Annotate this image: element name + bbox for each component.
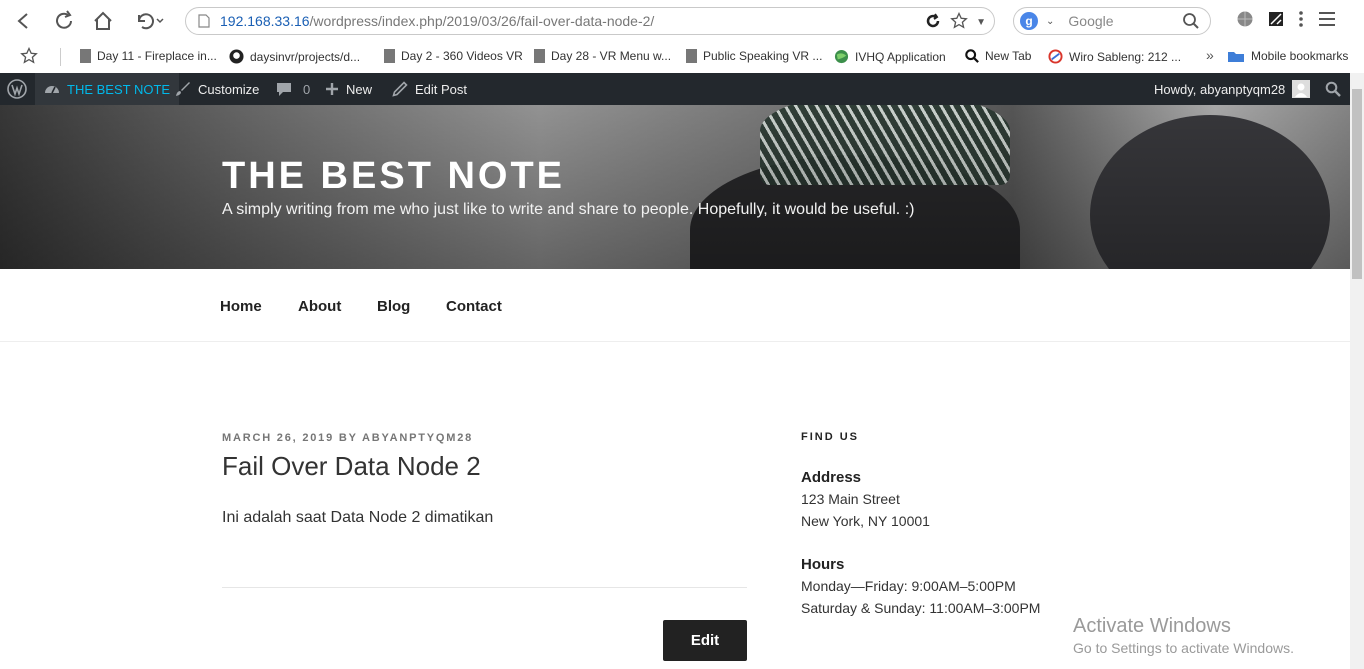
address-heading: Address [801, 469, 862, 486]
hours-line: Saturday & Sunday: 11:00AM–3:00PM [801, 600, 1041, 616]
nav-item-about[interactable]: About [298, 298, 341, 315]
main-navigation: Home About Blog Contact [0, 269, 1350, 342]
address-line: 123 Main Street [801, 491, 900, 507]
bookmark-item[interactable]: Wiro Sableng: 212 ... [1048, 49, 1181, 64]
globe-icon[interactable] [1236, 10, 1254, 33]
scrollbar-thumb[interactable] [1352, 89, 1362, 279]
bookmark-item[interactable]: Day 11 - Fireplace in... [80, 49, 217, 63]
address-bar[interactable]: 192.168.33.16/wordpress/index.php/2019/0… [185, 7, 995, 35]
chevron-down-icon[interactable]: ▼ [976, 17, 986, 28]
chevron-down-icon[interactable]: ⌄ [1046, 16, 1054, 27]
adminbar-search-icon[interactable] [1325, 73, 1341, 105]
home-icon[interactable] [90, 8, 116, 34]
search-engine-icon[interactable]: g [1020, 12, 1038, 30]
page-icon [384, 49, 395, 63]
bookmark-item[interactable]: New Tab [965, 49, 1031, 63]
site-icon [1048, 49, 1063, 64]
hours-line: Monday—Friday: 9:00AM–5:00PM [801, 578, 1016, 594]
more-menu-icon[interactable] [1298, 10, 1304, 33]
bookmark-item[interactable]: Day 2 - 360 Videos VR [384, 49, 523, 63]
post-title: Fail Over Data Node 2 [222, 451, 481, 481]
edit-button[interactable]: Edit [663, 620, 747, 661]
extension-icon[interactable] [1268, 11, 1284, 32]
post-content: Ini adalah saat Data Node 2 dimatikan [222, 509, 494, 526]
folder-icon [1228, 52, 1244, 62]
back-icon[interactable] [10, 8, 36, 34]
browser-toolbar: 192.168.33.16/wordpress/index.php/2019/0… [0, 0, 1364, 42]
refresh-sync-icon[interactable] [924, 12, 942, 33]
undo-history-icon[interactable] [132, 8, 168, 34]
search-icon[interactable] [1182, 12, 1200, 33]
github-icon [229, 49, 244, 64]
wp-admin-bar: THE BEST NOTE Customize 0 New Edit Post … [0, 73, 1350, 105]
bookmarks-overflow-chevron[interactable]: » [1206, 47, 1214, 63]
post-author[interactable]: ABYANPTYQM28 [362, 432, 473, 444]
adminbar-customize[interactable]: Customize [175, 73, 259, 105]
nav-item-home[interactable]: Home [220, 298, 262, 315]
bookmark-item[interactable]: IVHQ Application [834, 49, 946, 64]
nav-item-contact[interactable]: Contact [446, 298, 502, 315]
nav-item-blog[interactable]: Blog [377, 298, 410, 315]
bookmark-item[interactable]: Public Speaking VR ... [686, 49, 822, 63]
widget-title: FIND US [801, 431, 859, 443]
bookmark-star-icon[interactable] [950, 11, 968, 33]
mobile-bookmarks[interactable]: Mobile bookmarks [1227, 49, 1348, 63]
bookmarks-separator [60, 48, 61, 66]
activate-windows-watermark: Activate Windows Go to Settings to activ… [1073, 615, 1294, 656]
search-input[interactable]: Google [1068, 13, 1113, 29]
site-description: A simply writing from me who just like t… [222, 201, 915, 218]
divider [222, 587, 747, 588]
bookmarks-star-icon[interactable] [20, 47, 38, 65]
address-line: New York, NY 10001 [801, 513, 930, 529]
adminbar-account[interactable]: Howdy, abyanptyqm28 [1154, 73, 1311, 105]
post-date[interactable]: MARCH 26, 2019 [222, 432, 334, 444]
wordpress-logo-icon[interactable] [0, 73, 34, 105]
post-by: BY [338, 432, 358, 444]
search-box[interactable]: g ⌄ Google [1013, 7, 1211, 35]
avatar [1292, 80, 1311, 98]
hamburger-menu-icon[interactable] [1318, 11, 1336, 32]
adminbar-site-link[interactable]: THE BEST NOTE [35, 73, 180, 105]
hours-heading: Hours [801, 556, 845, 573]
pencil-icon [392, 81, 408, 97]
page-icon [534, 49, 545, 63]
bookmark-item[interactable]: Day 28 - VR Menu w... [534, 49, 671, 63]
reload-icon[interactable] [51, 8, 77, 34]
page-scrollbar[interactable] [1350, 73, 1364, 669]
page-icon [80, 49, 91, 63]
bookmarks-bar: Day 11 - Fireplace in... daysinvr/projec… [0, 42, 1364, 72]
dashboard-icon [45, 86, 59, 94]
url-path: /wordpress/index.php/2019/03/26/fail-ove… [309, 13, 655, 29]
plus-icon [326, 83, 338, 95]
site-header: THE BEST NOTE A simply writing from me w… [0, 105, 1350, 269]
adminbar-edit-post[interactable]: Edit Post [392, 73, 467, 105]
url-host: 192.168.33.16 [220, 13, 310, 29]
bookmark-item[interactable]: daysinvr/projects/d... [229, 49, 360, 64]
brush-icon [176, 82, 190, 96]
post-meta: MARCH 26, 2019 BY ABYANPTYQM28 [222, 432, 473, 444]
comment-icon [277, 83, 291, 96]
search-icon [965, 49, 979, 63]
page-icon [198, 14, 210, 28]
adminbar-new[interactable]: New [325, 73, 372, 105]
globe-icon [834, 49, 849, 64]
site-title[interactable]: THE BEST NOTE [222, 155, 565, 198]
page-icon [686, 49, 697, 63]
adminbar-comments[interactable]: 0 [276, 73, 310, 105]
